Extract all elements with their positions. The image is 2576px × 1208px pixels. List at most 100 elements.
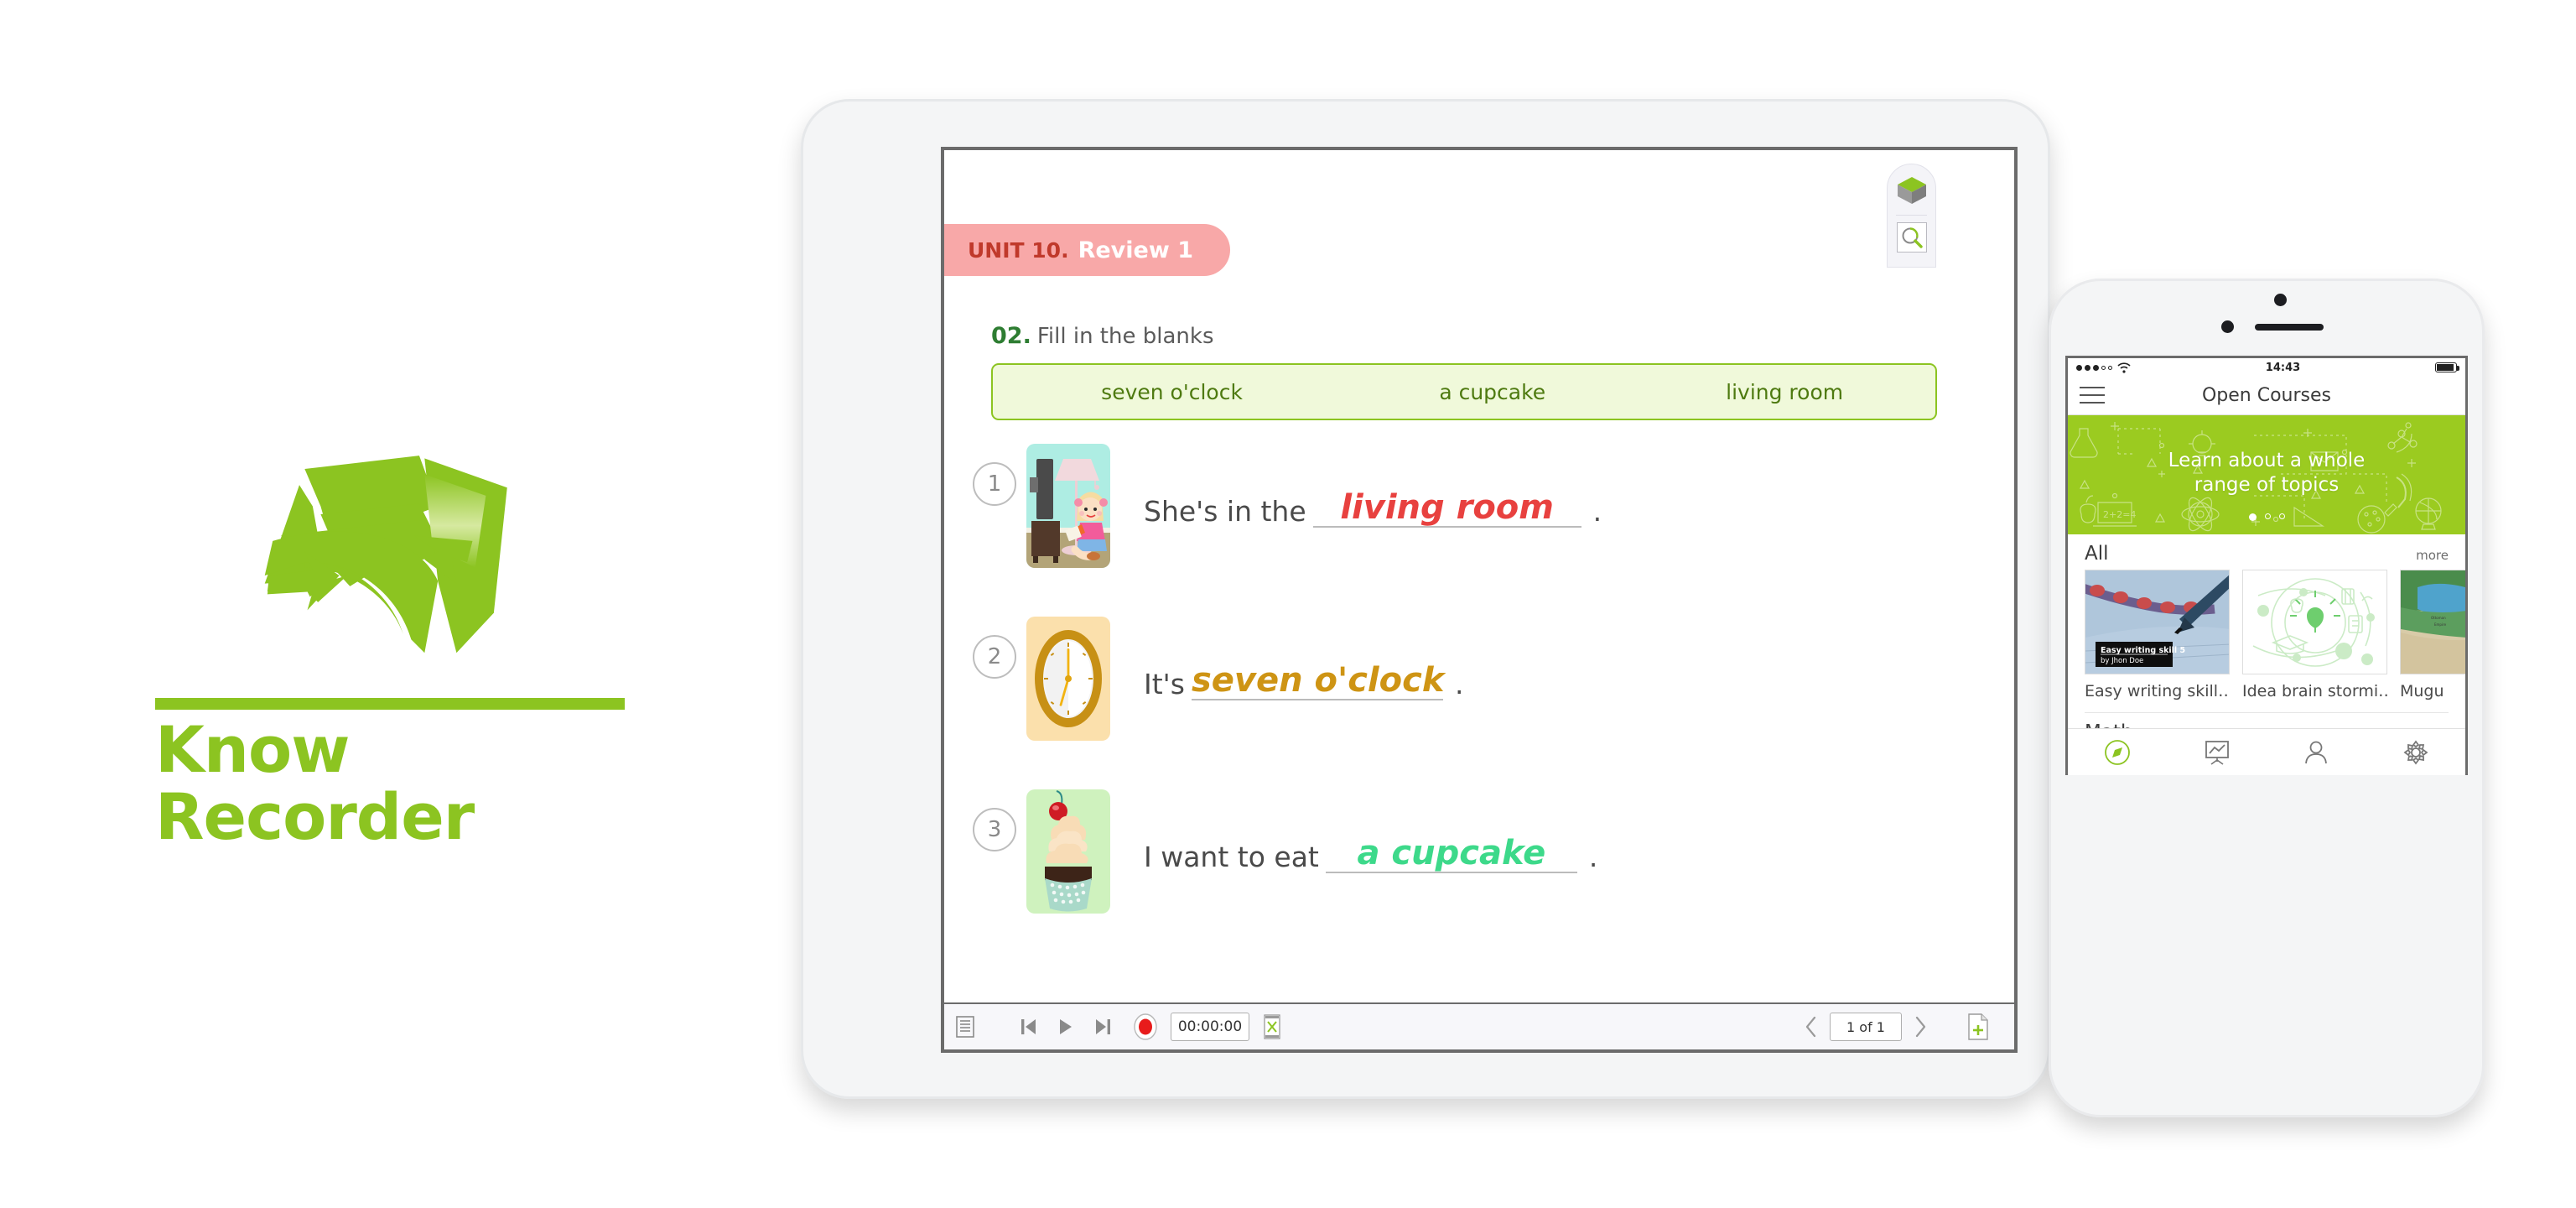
hamburger-menu-icon[interactable]	[2080, 387, 2105, 409]
widget-divider	[1896, 215, 1927, 216]
chart-board-icon	[2205, 740, 2229, 765]
row-number: 3	[973, 808, 1016, 851]
section-more-link[interactable]: more	[2416, 548, 2449, 563]
hero-line-2: range of topics	[2194, 473, 2340, 496]
film-strip-icon[interactable]	[1263, 1014, 1281, 1039]
sentence: It's seven o'clock .	[1144, 617, 1463, 700]
phone-tab-bar	[2068, 728, 2465, 775]
phone-page-title: Open Courses	[2201, 385, 2332, 406]
toolbar-right: 1 of 1	[1803, 1013, 1989, 1041]
list-pages-icon[interactable]	[956, 1016, 974, 1038]
page-indicator[interactable]: 1 of 1	[1830, 1013, 1902, 1041]
pen-writing-photo: Easy writing skill 5 by Jhon Doe	[2085, 570, 2230, 674]
clock-image	[1026, 617, 1110, 741]
svg-text:Ottoman: Ottoman	[2431, 616, 2446, 620]
tab-profile[interactable]	[2267, 738, 2366, 767]
svg-text:Empire: Empire	[2434, 622, 2447, 627]
word-bank-item[interactable]: seven o'clock	[993, 380, 1351, 404]
hero-banner[interactable]: 2+2=4 Learn about a whole range of topic…	[2068, 415, 2465, 534]
unit-review-label: Review 1	[1078, 237, 1193, 263]
sentence-lead: I want to eat	[1144, 841, 1319, 873]
status-bar: 14:43	[2068, 358, 2465, 377]
course-card-label: Idea brain stormi…	[2242, 682, 2387, 700]
living-room-girl-image	[1026, 444, 1110, 568]
handwritten-answer: a cupcake	[1357, 834, 1546, 872]
tab-settings[interactable]	[2366, 738, 2466, 767]
3d-cube-icon	[1897, 177, 1926, 204]
phone-sensor	[2221, 320, 2234, 333]
hero-text: Learn about a whole range of topics	[2068, 449, 2465, 497]
brand-logo: Know Recorder	[155, 453, 625, 851]
status-time: 14:43	[2265, 361, 2301, 374]
phone-speaker	[2255, 324, 2324, 331]
question-row: 1 She's in the living room .	[973, 444, 1962, 608]
phone-device: 14:43 Open Courses 2+2=4 Learn about a w…	[2049, 279, 2485, 1117]
course-card[interactable]: Idea brain stormi…	[2242, 570, 2387, 700]
sentence: She's in the living room .	[1144, 444, 1602, 528]
signal-dots-icon	[2076, 364, 2112, 371]
compass-icon	[2105, 739, 2131, 765]
course-card-label: Easy writing skill…	[2085, 682, 2230, 700]
chevron-left-icon[interactable]	[1803, 1015, 1820, 1039]
section-title: All	[2085, 543, 2109, 565]
question-row: 2 It's seven o'clock .	[973, 617, 1962, 781]
3d-view-widget[interactable]	[1887, 164, 1936, 268]
sentence-period: .	[1592, 495, 1602, 528]
logo-rule	[155, 698, 625, 710]
open-book-arrows-icon	[264, 456, 507, 653]
sentence-period: .	[1454, 668, 1464, 700]
wifi-icon	[2117, 362, 2131, 373]
answer-blank[interactable]: living room	[1312, 488, 1581, 528]
unit-label: UNIT 10.	[968, 237, 1069, 263]
question-prompt: Fill in the blanks	[1036, 324, 1214, 349]
sentence: I want to eat a cupcake .	[1144, 789, 1597, 873]
person-icon	[2305, 741, 2328, 763]
course-card-label: Mugu	[2400, 682, 2444, 700]
toolbar-left: 00:00:00	[956, 1013, 1281, 1041]
course-card[interactable]: OttomanEmpireBlack SeaPersia Mugu	[2400, 570, 2465, 700]
brand-name: Know Recorder	[155, 712, 475, 854]
player-toolbar: 00:00:00 1 of 1	[944, 1002, 2014, 1049]
tab-progress[interactable]	[2168, 738, 2267, 767]
widget-search-button[interactable]	[1896, 222, 1927, 253]
course-card[interactable]: Easy writing skill 5 by Jhon Doe Easy wr…	[2085, 570, 2230, 700]
handwritten-answer: living room	[1340, 488, 1554, 527]
question-row: 3 I want to eat a cupcake .	[973, 789, 1962, 954]
timer-display[interactable]: 00:00:00	[1171, 1013, 1249, 1041]
word-bank: seven o'clock a cupcake living room	[991, 363, 1937, 420]
battery-icon	[2435, 362, 2459, 372]
tab-discover[interactable]	[2068, 738, 2168, 767]
question-number: 02.	[991, 323, 1031, 349]
hero-pager[interactable]	[2068, 513, 2465, 521]
unit-badge: UNIT 10. Review 1	[944, 224, 1230, 276]
cupcake-image	[1026, 789, 1110, 914]
card-list: Easy writing skill 5 by Jhon Doe Easy wr…	[2085, 570, 2465, 700]
gear-icon	[2403, 740, 2428, 764]
word-bank-item[interactable]: a cupcake	[1351, 380, 1633, 404]
skip-previous-icon[interactable]	[1020, 1018, 1036, 1036]
section-header: All more	[2085, 543, 2449, 565]
chevron-right-icon[interactable]	[1912, 1015, 1929, 1039]
handwritten-answer: seven o'clock	[1191, 661, 1445, 700]
tablet-screen: UNIT 10. Review 1 02. Fill in the blanks…	[941, 147, 2018, 1053]
magnifier-icon	[1902, 227, 1923, 248]
svg-text:by Jhon Doe: by Jhon Doe	[2101, 657, 2143, 665]
skip-next-icon[interactable]	[1095, 1018, 1112, 1036]
answer-blank[interactable]: seven o'clock	[1191, 661, 1445, 700]
hero-line-1: Learn about a whole	[2168, 450, 2366, 471]
answer-blank[interactable]: a cupcake	[1325, 834, 1577, 873]
row-number: 2	[973, 635, 1016, 679]
section-all: All more Easy writing skill 5 by Jhon Do…	[2068, 534, 2465, 713]
question-heading: 02. Fill in the blanks	[991, 323, 1213, 349]
row-number: 1	[973, 462, 1016, 506]
word-bank-item[interactable]: living room	[1633, 380, 1935, 404]
sentence-period: .	[1588, 841, 1598, 873]
record-icon[interactable]	[1132, 1013, 1159, 1041]
idea-network-illustration	[2242, 570, 2387, 674]
play-icon[interactable]	[1058, 1018, 1073, 1036]
phone-camera	[2274, 294, 2287, 306]
sentence-lead: It's	[1144, 668, 1185, 700]
phone-screen: 14:43 Open Courses 2+2=4 Learn about a w…	[2065, 356, 2468, 775]
add-page-icon[interactable]	[1967, 1013, 1989, 1040]
phone-nav-bar: Open Courses	[2068, 377, 2465, 415]
